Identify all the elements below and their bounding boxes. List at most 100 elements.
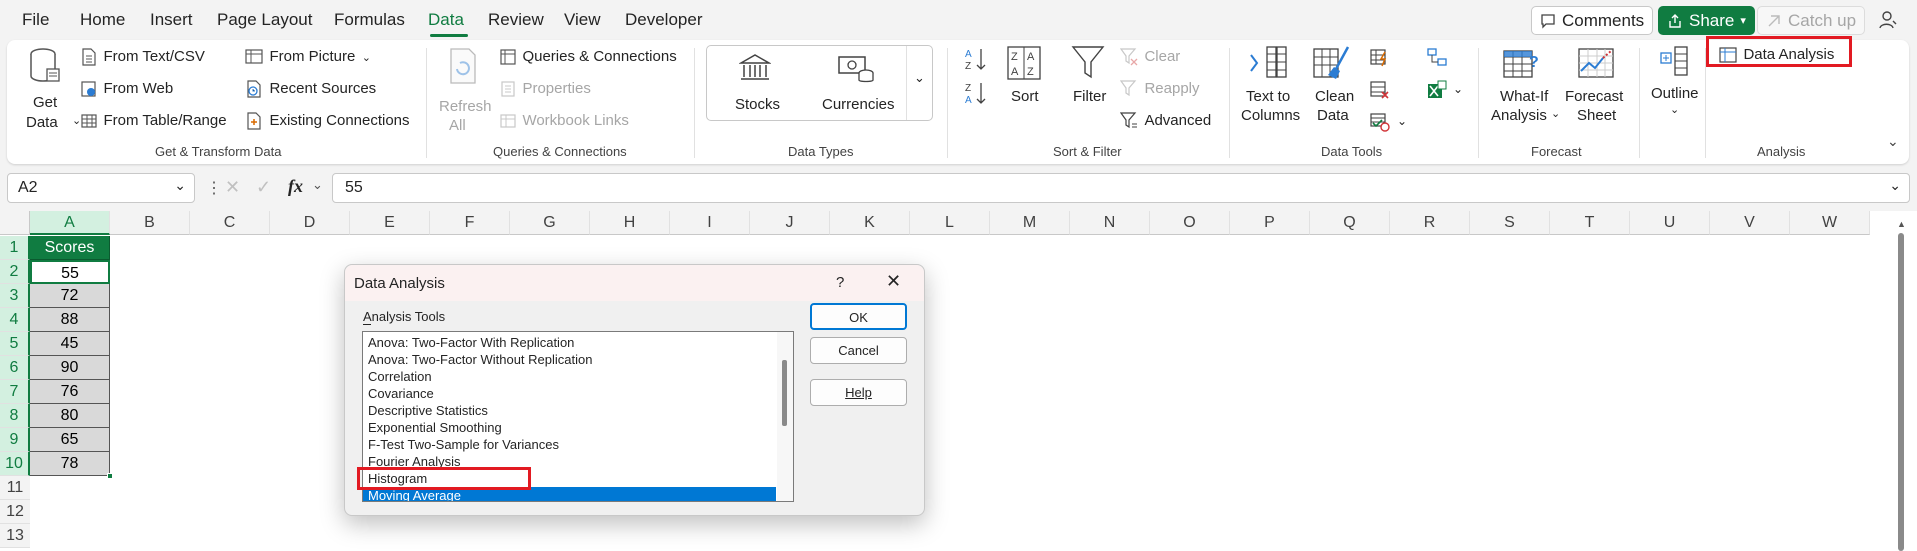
column-header-b[interactable]: B <box>110 211 190 235</box>
existing-connections-button[interactable]: Existing Connections <box>245 112 410 130</box>
advanced-button[interactable]: Advanced <box>1120 112 1211 130</box>
data-validation-icon[interactable] <box>1370 112 1390 132</box>
column-header-s[interactable]: S <box>1470 211 1550 235</box>
cancel-icon[interactable]: ✕ <box>225 177 240 198</box>
score-cell[interactable]: 72 <box>30 284 110 308</box>
column-header-t[interactable]: T <box>1550 211 1630 235</box>
select-all-corner[interactable] <box>0 211 30 235</box>
ok-button[interactable]: OK <box>810 303 907 330</box>
data-types-expand-button[interactable]: ⌄ <box>906 46 933 120</box>
help-button[interactable]: Help <box>810 379 907 406</box>
row-header-8[interactable]: 8 <box>0 404 30 428</box>
comments-button[interactable]: Comments <box>1531 6 1654 35</box>
more-options-icon[interactable]: ⋮ <box>206 178 222 198</box>
column-header-c[interactable]: C <box>190 211 270 235</box>
score-cell[interactable]: 78 <box>30 452 110 476</box>
scrollbar-thumb[interactable] <box>1898 233 1904 551</box>
close-icon[interactable]: ✕ <box>886 271 901 292</box>
list-item[interactable]: Anova: Two-Factor Without Replication <box>368 351 592 368</box>
share-button[interactable]: Share ▾ <box>1658 6 1755 35</box>
list-item[interactable]: Anova: Two-Factor With Replication <box>368 334 574 351</box>
score-cell[interactable]: 45 <box>30 332 110 356</box>
clean-data-button[interactable]: Clean Data <box>1307 45 1359 137</box>
list-item[interactable]: Exponential Smoothing <box>368 419 502 436</box>
column-header-e[interactable]: E <box>350 211 430 235</box>
relationships-icon[interactable] <box>1427 48 1447 66</box>
row-header-7[interactable]: 7 <box>0 380 30 404</box>
catch-up-button[interactable]: Catch up <box>1757 6 1866 35</box>
tab-view[interactable]: View <box>564 10 601 30</box>
tab-file[interactable]: File <box>22 10 49 30</box>
column-header-k[interactable]: K <box>830 211 910 235</box>
column-header-o[interactable]: O <box>1150 211 1230 235</box>
data-model-icon[interactable] <box>1427 80 1447 100</box>
column-header-f[interactable]: F <box>430 211 510 235</box>
sort-ascending-button[interactable]: AZ <box>964 46 988 77</box>
column-header-n[interactable]: N <box>1070 211 1150 235</box>
column-header-u[interactable]: U <box>1630 211 1710 235</box>
row-header-9[interactable]: 9 <box>0 428 30 452</box>
row-header-4[interactable]: 4 <box>0 308 30 332</box>
list-item[interactable]: Descriptive Statistics <box>368 402 488 419</box>
tab-page-layout[interactable]: Page Layout <box>217 10 312 30</box>
column-header-d[interactable]: D <box>270 211 350 235</box>
header-cell-scores[interactable]: Scores <box>30 236 110 260</box>
tab-home[interactable]: Home <box>80 10 125 30</box>
dialog-help-icon[interactable]: ? <box>836 274 844 291</box>
row-header-5[interactable]: 5 <box>0 332 30 356</box>
tab-insert[interactable]: Insert <box>150 10 193 30</box>
column-header-m[interactable]: M <box>990 211 1070 235</box>
row-header-12[interactable]: 12 <box>0 500 30 524</box>
row-header-3[interactable]: 3 <box>0 284 30 308</box>
formula-input[interactable]: 55 ⌄ <box>332 173 1910 203</box>
tab-formulas[interactable]: Formulas <box>334 10 405 30</box>
list-scrollbar[interactable] <box>777 332 793 501</box>
queries-connections-button[interactable]: Queries & Connections <box>500 48 677 66</box>
column-header-i[interactable]: I <box>670 211 750 235</box>
score-cell[interactable]: 65 <box>30 428 110 452</box>
stocks-button[interactable]: Stocks <box>721 51 791 117</box>
outline-button[interactable]: Outline ⌄ <box>1647 45 1702 137</box>
forecast-sheet-button[interactable]: Forecast Sheet <box>1563 45 1631 137</box>
score-cell[interactable]: 88 <box>30 308 110 332</box>
from-picture-button[interactable]: From Picture ⌄ <box>245 48 371 66</box>
sort-button[interactable]: ZAAZ Sort <box>999 45 1049 125</box>
column-header-r[interactable]: R <box>1390 211 1470 235</box>
column-header-p[interactable]: P <box>1230 211 1310 235</box>
from-table-range-button[interactable]: From Table/Range <box>81 112 227 130</box>
row-header-6[interactable]: 6 <box>0 356 30 380</box>
text-to-columns-button[interactable]: Text to Columns <box>1241 45 1303 137</box>
column-header-j[interactable]: J <box>750 211 830 235</box>
name-box[interactable]: A2 ⌄ <box>7 173 195 203</box>
cancel-button[interactable]: Cancel <box>810 337 907 364</box>
column-header-w[interactable]: W <box>1790 211 1870 235</box>
workbook-links-button[interactable]: Workbook Links <box>500 112 629 130</box>
list-item[interactable]: Correlation <box>368 368 432 385</box>
filter-button[interactable]: Filter <box>1063 45 1113 125</box>
row-header-10[interactable]: 10 <box>0 452 30 476</box>
score-cell[interactable]: 90 <box>30 356 110 380</box>
collapse-ribbon-icon[interactable]: ⌄ <box>1887 133 1899 150</box>
column-header-l[interactable]: L <box>910 211 990 235</box>
sort-descending-button[interactable]: ZA <box>964 80 988 111</box>
person-icon[interactable] <box>1878 10 1898 30</box>
row-header-13[interactable]: 13 <box>0 524 30 548</box>
score-cell[interactable]: 55 <box>30 260 110 284</box>
list-item[interactable]: F-Test Two-Sample for Variances <box>368 436 559 453</box>
chevron-down-icon[interactable]: ⌄ <box>312 177 323 193</box>
refresh-all-button[interactable]: Refresh All <box>437 45 492 135</box>
remove-duplicates-icon[interactable] <box>1370 80 1390 100</box>
column-header-g[interactable]: G <box>510 211 590 235</box>
reapply-button[interactable]: Reapply <box>1120 80 1200 98</box>
chevron-down-icon[interactable]: ⌄ <box>174 177 186 194</box>
expand-formula-bar-icon[interactable]: ⌄ <box>1889 177 1901 194</box>
tab-developer[interactable]: Developer <box>625 10 703 30</box>
list-item[interactable]: Covariance <box>368 385 434 402</box>
column-header-q[interactable]: Q <box>1310 211 1390 235</box>
clear-button[interactable]: Clear <box>1120 48 1180 66</box>
score-cell[interactable]: 76 <box>30 380 110 404</box>
column-header-h[interactable]: H <box>590 211 670 235</box>
chevron-down-icon[interactable]: ⌄ <box>1453 82 1463 96</box>
tab-review[interactable]: Review <box>488 10 544 30</box>
insert-function-button[interactable]: fx <box>288 176 303 197</box>
